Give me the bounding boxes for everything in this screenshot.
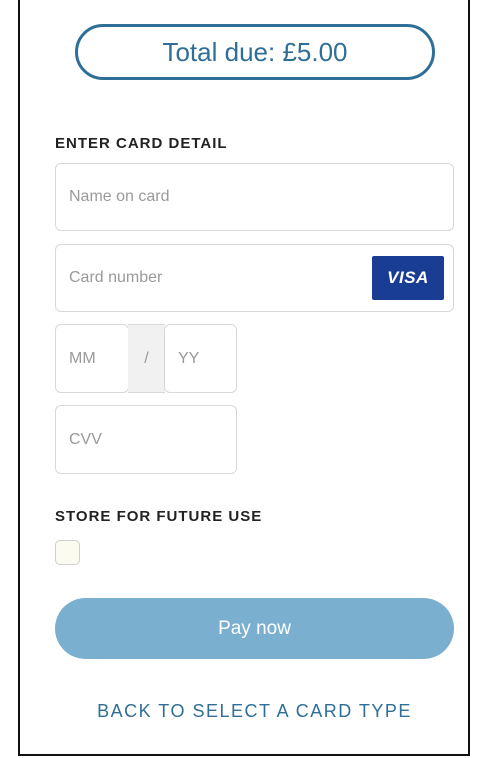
store-future-use-heading: STORE FOR FUTURE USE <box>55 508 263 525</box>
cvv-field <box>55 405 237 474</box>
expiry-year-input[interactable] <box>165 325 236 392</box>
expiry-month-input[interactable] <box>56 325 128 392</box>
pay-now-button[interactable]: Pay now <box>55 598 454 659</box>
card-detail-heading: ENTER CARD DETAIL <box>55 135 228 152</box>
name-on-card-field <box>55 163 454 231</box>
visa-card-icon: VISA <box>372 256 444 300</box>
store-future-use-checkbox[interactable] <box>55 540 80 565</box>
card-number-field: VISA <box>55 244 454 312</box>
cvv-input[interactable] <box>56 406 236 473</box>
expiry-year-field <box>164 324 237 393</box>
expiry-separator: / <box>128 324 165 393</box>
expiry-month-field <box>55 324 129 393</box>
back-to-card-type-link[interactable]: BACK TO SELECT A CARD TYPE <box>55 701 454 722</box>
total-due-badge: Total due: £5.00 <box>75 24 435 80</box>
name-on-card-input[interactable] <box>56 164 453 230</box>
